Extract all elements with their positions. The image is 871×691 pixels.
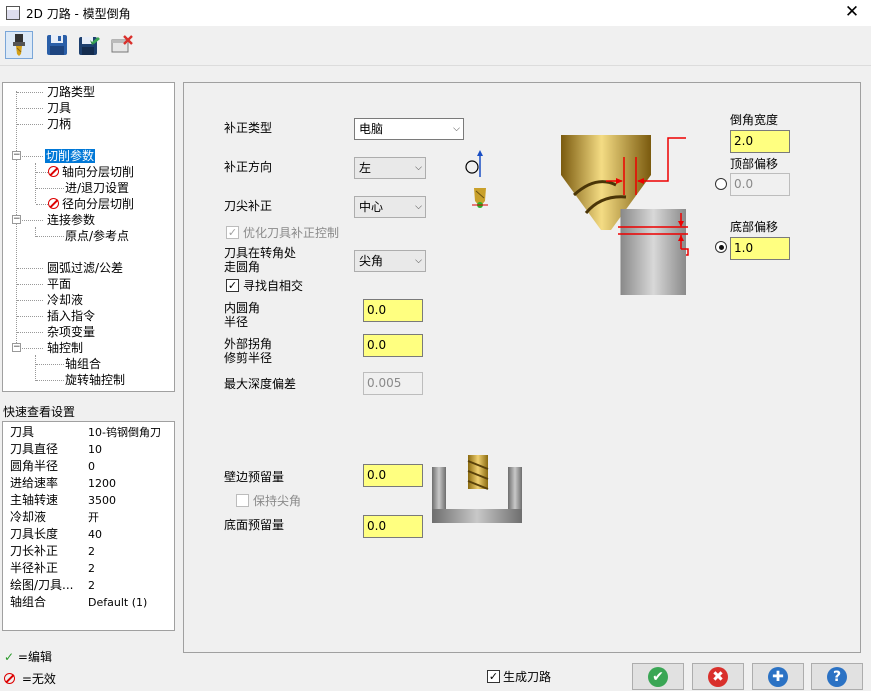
collapse-icon[interactable]: − — [12, 215, 21, 224]
invalid-icon — [4, 673, 15, 684]
invalid-icon — [48, 198, 59, 209]
floor-stock-input[interactable]: 0.0 — [363, 515, 423, 538]
ok-button[interactable]: ✔ — [632, 663, 684, 690]
chamfer-width-label: 倒角宽度 — [730, 113, 779, 127]
tree-item-tool[interactable]: 刀具 — [47, 101, 71, 116]
parameter-tree: 刀路类型 刀具 刀柄 − 切削参数 轴向分层切削 进/退刀设置 径向分层切削 −… — [2, 82, 175, 392]
outer-trim-label-2: 修剪半径 — [224, 351, 273, 365]
chevron-down-icon: ⌵ — [453, 124, 460, 134]
generate-toolpath-checkbox[interactable]: ✓ — [487, 670, 500, 683]
quick-view-panel: 刀具 10-钨钢倒角刀 刀具直径 10 圆角半径 0 进给速率 1200 主轴转速 350… — [2, 421, 175, 631]
tree-item-coolant[interactable]: 冷却液 — [47, 293, 83, 308]
window-title: 2D 刀路 - 模型倒角 — [26, 7, 131, 21]
bottom-offset-radio[interactable] — [715, 241, 727, 253]
tree-item-rotary-axis[interactable]: 旋转轴控制 — [65, 373, 125, 388]
generate-toolpath-label: 生成刀路 — [503, 670, 552, 684]
tree-item-arc-filter[interactable]: 圆弧过滤/公差 — [47, 261, 123, 276]
delete-icon[interactable] — [108, 31, 136, 59]
invalid-icon — [48, 166, 59, 177]
tree-item-home-ref[interactable]: 原点/参考点 — [65, 229, 129, 244]
wall-stock-label: 壁边预留量 — [224, 470, 285, 484]
floor-stock-label: 底面预留量 — [224, 518, 285, 532]
stock-diagram — [432, 455, 522, 523]
tree-item-holder[interactable]: 刀柄 — [47, 117, 71, 132]
outer-trim-label-1: 外部拐角 — [224, 337, 273, 351]
optimize-comp-label: 优化刀具补正控制 — [243, 226, 340, 240]
close-button[interactable]: ✕ — [841, 2, 863, 22]
top-offset-input[interactable]: 0.0 — [730, 173, 790, 196]
optimize-comp-checkbox[interactable]: ✓ — [226, 226, 239, 239]
chevron-down-icon: ⌵ — [415, 256, 422, 266]
chamfer-diagram — [561, 135, 689, 295]
top-offset-label: 顶部偏移 — [730, 157, 779, 171]
bottom-offset-input[interactable]: 1.0 — [730, 237, 790, 260]
tool-tip-icon — [472, 188, 488, 208]
tip-comp-select[interactable]: 中心 ⌵ — [354, 196, 426, 218]
tree-item-depth-cuts[interactable]: 轴向分层切削 — [48, 165, 134, 180]
apply-button[interactable]: ✚ — [752, 663, 804, 690]
find-self-intersect-label: 寻找自相交 — [243, 279, 304, 293]
title-bar: 2D 刀路 - 模型倒角 ✕ — [0, 0, 871, 26]
max-depth-input[interactable]: 0.005 — [363, 372, 423, 395]
tree-item-cut-params[interactable]: 切削参数 — [45, 149, 96, 164]
cut-params-panel: 补正类型 电脑 ⌵ 补正方向 左 ⌵ 刀尖补正 中心 ⌵ ✓ 优化刀具补正控制 刀具在… — [183, 82, 861, 653]
tool-icon[interactable] — [5, 31, 33, 59]
max-depth-label: 最大深度偏差 — [224, 377, 297, 391]
toolbar — [0, 26, 871, 66]
cancel-button[interactable]: ✖ — [692, 663, 744, 690]
legend-edit: ✓ =编辑 — [4, 650, 52, 664]
chevron-down-icon: ⌵ — [415, 202, 422, 212]
keep-sharp-label: 保持尖角 — [253, 494, 302, 508]
cancel-icon: ✖ — [708, 666, 728, 687]
comp-dir-label: 补正方向 — [224, 160, 273, 174]
keep-sharp-checkbox[interactable] — [236, 494, 249, 507]
inner-radius-label-1: 内圆角 — [224, 301, 261, 315]
save-as-icon[interactable] — [76, 31, 104, 59]
chevron-down-icon: ⌵ — [415, 163, 422, 173]
tip-comp-label: 刀尖补正 — [224, 199, 273, 213]
tree-item-misc-values[interactable]: 杂项变量 — [47, 325, 95, 340]
corner-round-label-2: 走圆角 — [224, 260, 261, 274]
app-icon — [6, 6, 20, 20]
tree-item-axis-combo[interactable]: 轴组合 — [65, 357, 101, 372]
inner-radius-input[interactable]: 0.0 — [363, 299, 423, 322]
tree-item-linking[interactable]: 连接参数 — [47, 213, 95, 228]
check-icon: ✓ — [4, 650, 15, 664]
chamfer-width-input[interactable]: 2.0 — [730, 130, 790, 153]
quick-view-title: 快速查看设置 — [3, 405, 76, 419]
tree-item-multi-passes[interactable]: 径向分层切削 — [48, 197, 134, 212]
comp-type-select[interactable]: 电脑 ⌵ — [354, 118, 464, 140]
collapse-icon[interactable]: − — [12, 343, 21, 352]
comp-dir-select[interactable]: 左 ⌵ — [354, 157, 426, 179]
save-icon[interactable] — [43, 31, 71, 59]
inner-radius-label-2: 半径 — [224, 315, 249, 329]
comp-type-label: 补正类型 — [224, 121, 273, 135]
tree-item-axis-control[interactable]: 轴控制 — [47, 341, 83, 356]
legend-invalid: =无效 — [4, 670, 56, 687]
collapse-icon[interactable]: − — [12, 151, 21, 160]
wall-stock-input[interactable]: 0.0 — [363, 464, 423, 487]
comp-direction-icon — [465, 150, 483, 177]
corner-round-label-1: 刀具在转角处 — [224, 246, 297, 260]
tree-item-lead-in-out[interactable]: 进/退刀设置 — [65, 181, 129, 196]
ok-icon: ✔ — [648, 666, 668, 687]
help-icon: ? — [827, 666, 847, 687]
tree-item-planes[interactable]: 平面 — [47, 277, 71, 292]
tree-item-toolpath-type[interactable]: 刀路类型 — [47, 85, 95, 100]
top-offset-radio[interactable] — [715, 178, 727, 190]
find-self-intersect-checkbox[interactable]: ✓ — [226, 279, 239, 292]
help-button[interactable]: ? — [811, 663, 863, 690]
corner-round-select[interactable]: 尖角 ⌵ — [354, 250, 426, 272]
outer-trim-input[interactable]: 0.0 — [363, 334, 423, 357]
plus-icon: ✚ — [768, 666, 788, 687]
tree-item-canned-text[interactable]: 插入指令 — [47, 309, 95, 324]
bottom-offset-label: 底部偏移 — [730, 220, 779, 234]
